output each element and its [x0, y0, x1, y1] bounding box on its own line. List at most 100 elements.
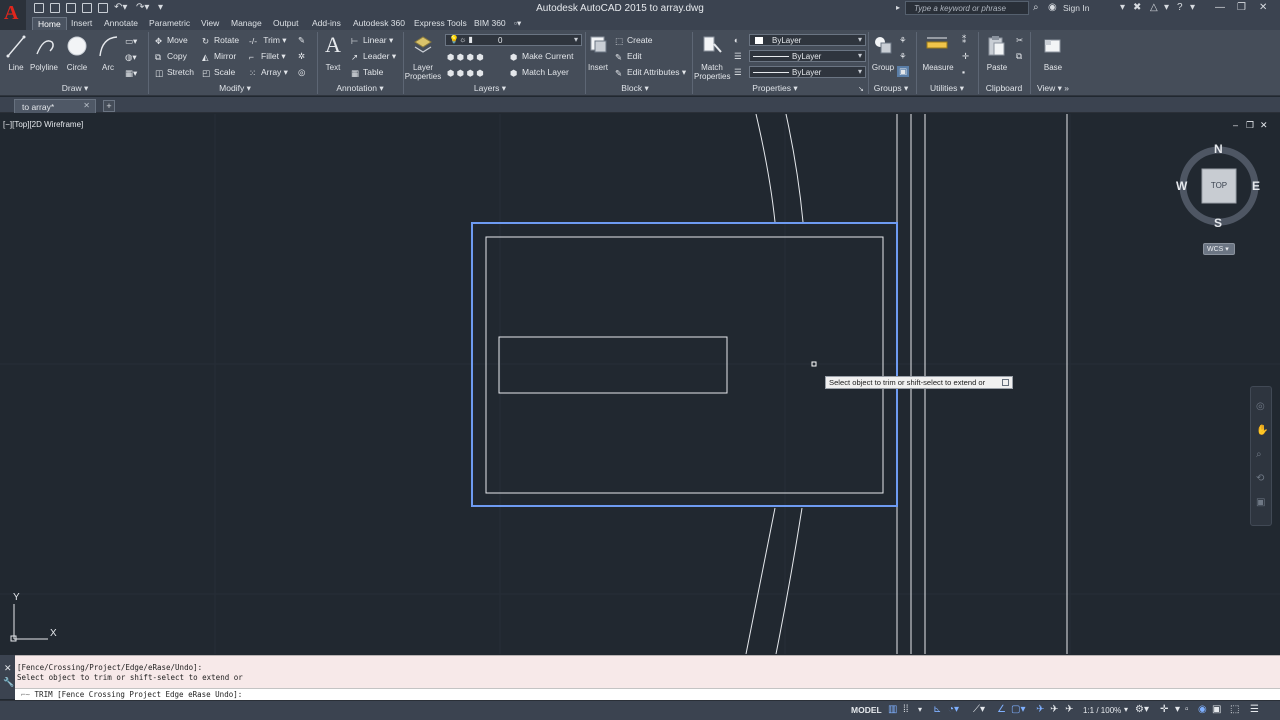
leader-button[interactable]: ↗ Leader ▾ [351, 51, 396, 62]
text-button[interactable]: Text [322, 63, 344, 72]
file-tab[interactable]: to array* ✕ [14, 99, 96, 113]
utilities-panel-label[interactable]: Utilities ▾ [922, 83, 972, 95]
layer-tools-icons[interactable]: ⬢ ⬢ ⬢ ⬢ [447, 52, 484, 63]
group-button[interactable]: Group [869, 63, 897, 72]
match-layer-button[interactable]: ⬢ Match Layer [510, 67, 569, 78]
arc-inner-bottom[interactable] [775, 507, 803, 654]
view-panel-label[interactable]: View ▾ » [1033, 83, 1073, 95]
make-current-button[interactable]: ⬢ Make Current [510, 51, 574, 62]
annotation-monitor-icon[interactable]: ✛ [1160, 704, 1169, 715]
osnap-tracking-icon[interactable]: ∠ [997, 704, 1006, 715]
arc-outer-top[interactable] [755, 114, 776, 223]
scale-dropdown-icon[interactable]: ▾ [1124, 705, 1133, 714]
new-file-icon[interactable] [34, 3, 44, 13]
small-rectangle[interactable] [498, 336, 728, 394]
linear-button[interactable]: ⊢ Linear ▾ [351, 35, 393, 46]
viewport-controls-label[interactable]: [−][Top][2D Wireframe] [3, 120, 83, 129]
clipboard-panel-label[interactable]: Clipboard [982, 83, 1026, 95]
lineweight-dropdown[interactable]: ByLayer [749, 66, 866, 78]
measure-button[interactable]: Measure [920, 63, 956, 72]
tab-view[interactable]: View [196, 17, 224, 30]
tab-output[interactable]: Output [268, 17, 304, 30]
open-file-icon[interactable] [50, 3, 60, 13]
ungroup-icon[interactable]: ⚘ [899, 35, 907, 46]
command-close-icon[interactable]: ✕ [4, 663, 12, 674]
compass-west[interactable]: W [1176, 179, 1187, 193]
array-button[interactable]: ⁙ Array ▾ [249, 67, 288, 78]
viewport-minimize-icon[interactable]: – [1233, 121, 1241, 130]
dropdown-icon[interactable]: ▾ [1164, 2, 1169, 13]
layer-properties-button[interactable]: Layer Properties [404, 63, 442, 81]
edit-attributes-button[interactable]: ✎ Edit Attributes ▾ [615, 67, 686, 78]
minimize-icon[interactable]: — [1215, 2, 1225, 13]
rotate-button[interactable]: ↻ Rotate [202, 35, 239, 46]
sign-in-dropdown-icon[interactable]: ▾ [1120, 2, 1125, 13]
viewcube-top-face[interactable]: TOP [1203, 181, 1235, 190]
compass-east[interactable]: E [1252, 179, 1260, 193]
copy-clip-icon[interactable]: ⧉ [1016, 51, 1022, 62]
drawing-canvas[interactable] [0, 114, 1280, 654]
circle-button[interactable]: Circle [64, 63, 90, 72]
close-icon[interactable]: ✕ [1259, 2, 1267, 13]
help-dropdown-icon[interactable]: ▾ [1190, 2, 1195, 13]
layer-dropdown[interactable]: 💡☼ ▮ 0 [445, 34, 582, 46]
compass-north[interactable]: N [1214, 142, 1223, 156]
command-line-grip[interactable]: ✕ 🔧 [0, 655, 15, 699]
command-input[interactable]: ⌐~ TRIM [Fence Crossing Project Edge eRa… [15, 688, 1280, 700]
tab-add-ins[interactable]: Add-ins [307, 17, 346, 30]
polar-icon[interactable]: ◔▾ [948, 704, 959, 715]
save-icon[interactable] [66, 3, 76, 13]
properties-panel-label[interactable]: Properties ▾ [740, 83, 810, 95]
tab-bim-360[interactable]: BIM 360 [469, 17, 511, 30]
search-input[interactable]: Type a keyword or phrase [905, 1, 1029, 15]
layers-panel-label[interactable]: Layers ▾ [455, 83, 525, 95]
layer-tools-icons-2[interactable]: ⬢ ⬢ ⬢ ⬢ [447, 68, 484, 79]
ortho-icon[interactable]: ⊾ [933, 704, 942, 715]
tab-annotate[interactable]: Annotate [99, 17, 143, 30]
match-properties-button[interactable]: Match Properties [694, 63, 730, 81]
tab-autodesk-360[interactable]: Autodesk 360 [348, 17, 410, 30]
search-icon[interactable]: ⌕ [1033, 2, 1039, 13]
plot-icon[interactable] [98, 3, 108, 13]
polyline-button[interactable]: Polyline [28, 63, 60, 72]
stretch-button[interactable]: ◫ Stretch [155, 67, 194, 78]
group-edit-icon[interactable]: ⚘ [899, 51, 907, 62]
compass-south[interactable]: S [1214, 216, 1222, 230]
arc-outer-bottom[interactable] [745, 507, 776, 654]
help-icon[interactable]: ? [1177, 2, 1183, 13]
offset-icon[interactable]: ◎ [298, 67, 305, 78]
quick-properties-icon[interactable]: ▫ [1185, 704, 1194, 715]
tab-overflow-icon[interactable]: ▫▾ [509, 17, 526, 30]
osnap-icon[interactable]: ▢▾ [1011, 704, 1025, 715]
pan-icon[interactable]: ✋ [1256, 425, 1268, 436]
stay-connected-icon[interactable]: △ [1150, 2, 1158, 13]
cut-icon[interactable]: ✂ [1016, 35, 1023, 46]
command-customize-icon[interactable]: 🔧 [3, 677, 14, 688]
wcs-menu[interactable]: WCS ▾ [1203, 243, 1235, 255]
calculator-icon[interactable]: ▪ [962, 67, 965, 77]
annotation-scale-icon[interactable]: ✈ [1065, 704, 1074, 715]
arc-button[interactable]: Arc [97, 63, 119, 72]
annotation-scale[interactable]: 1:1 / 100% [1083, 706, 1121, 715]
tab-home[interactable]: Home [32, 17, 67, 30]
copy-button[interactable]: ⧉ Copy [155, 51, 187, 62]
tooltip-options-icon[interactable] [1002, 379, 1009, 386]
annotation-panel-label[interactable]: Annotation ▾ [325, 83, 395, 95]
table-button[interactable]: ▦ Table [351, 67, 383, 78]
arc-inner-top[interactable] [785, 114, 804, 223]
hardware-acceleration-icon[interactable]: ▣ [1212, 704, 1221, 715]
sign-in-button[interactable]: Sign In [1063, 3, 1089, 13]
model-space-button[interactable]: MODEL [851, 705, 882, 715]
trim-button[interactable]: -/- Trim ▾ [249, 35, 287, 46]
paste-button[interactable]: Paste [984, 63, 1010, 72]
draw-panel-label[interactable]: Draw ▾ [40, 83, 110, 95]
grid-icon[interactable]: ▥ [888, 704, 897, 715]
tab-insert[interactable]: Insert [66, 17, 97, 30]
edit-block-button[interactable]: ✎ Edit [615, 51, 642, 62]
steering-wheel-icon[interactable]: ◎ [1256, 401, 1265, 412]
redo-icon[interactable]: ↷▾ [136, 2, 149, 13]
auto-scale-icon[interactable]: ✈ [1050, 704, 1059, 715]
drawing-viewport[interactable]: [−][Top][2D Wireframe] – ❐ ✕ N S E W TOP… [0, 114, 1280, 654]
zoom-icon[interactable]: ⌕ [1256, 449, 1262, 460]
color-dropdown[interactable]: ByLayer [749, 34, 866, 46]
